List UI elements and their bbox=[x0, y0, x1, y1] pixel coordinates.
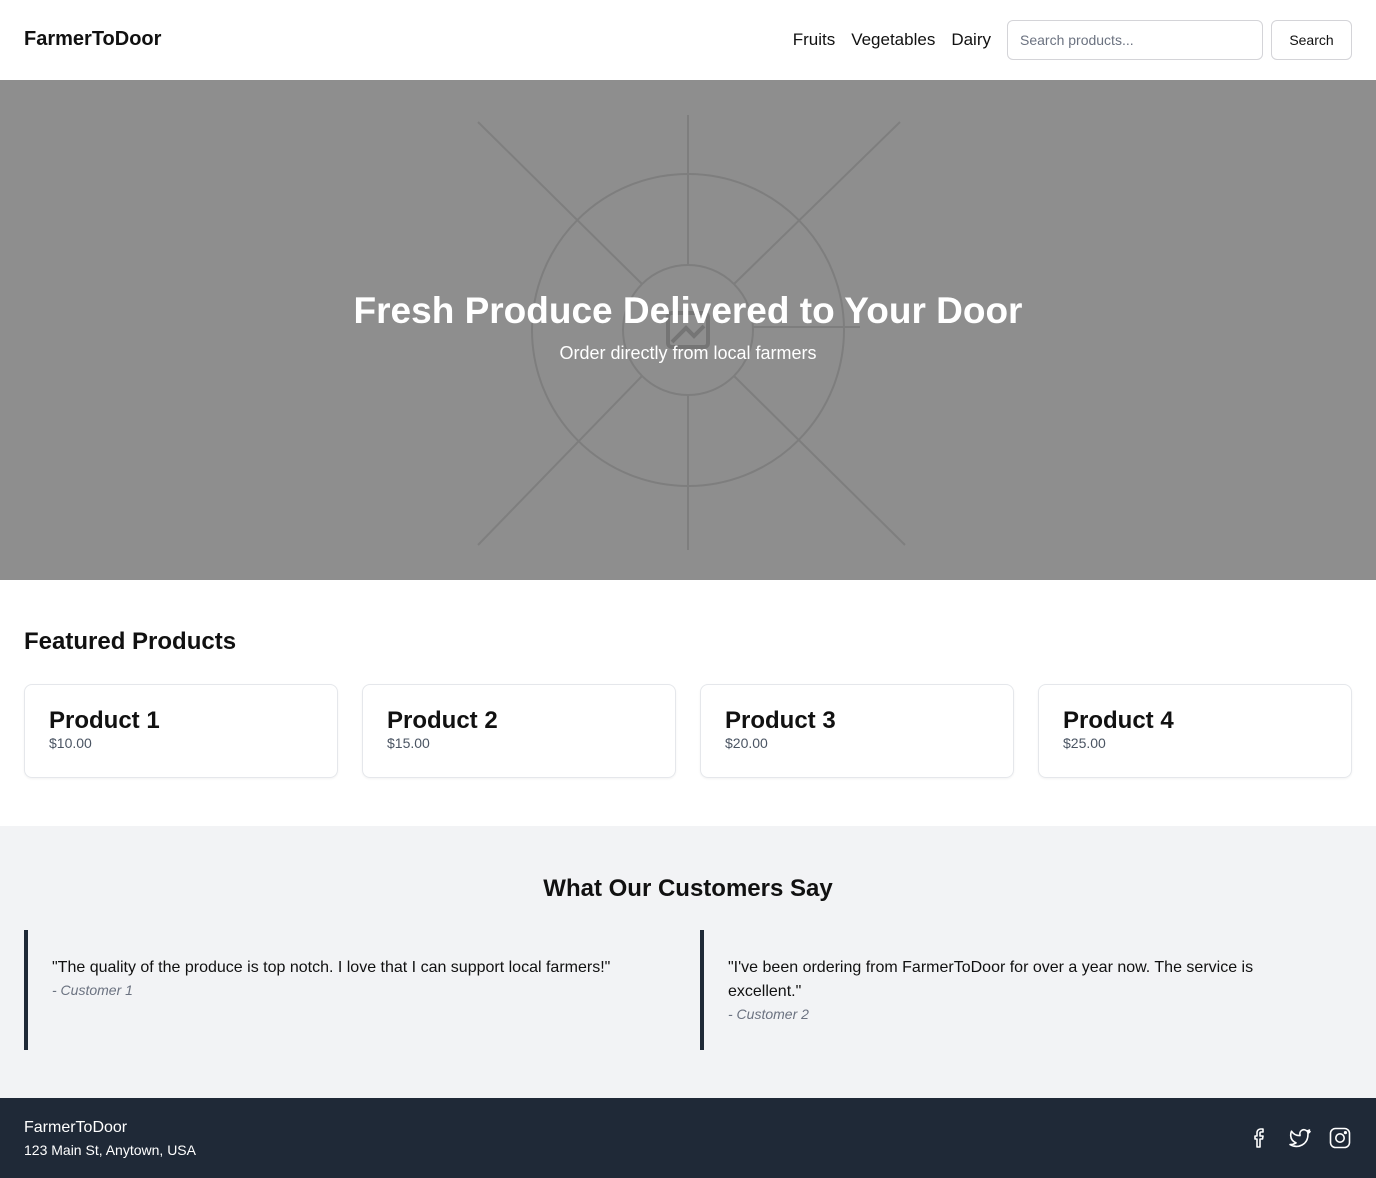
product-card[interactable]: Product 2 $15.00 bbox=[362, 684, 676, 778]
site-header: FarmerToDoor Fruits Vegetables Dairy Sea… bbox=[0, 0, 1376, 80]
nav-link-vegetables[interactable]: Vegetables bbox=[851, 30, 935, 50]
footer-brand: FarmerToDoor bbox=[24, 1119, 128, 1136]
nav-link-dairy[interactable]: Dairy bbox=[951, 30, 991, 50]
search-input[interactable] bbox=[1007, 20, 1263, 60]
product-price: $25.00 bbox=[1063, 735, 1106, 751]
product-card[interactable]: Product 4 $25.00 bbox=[1038, 684, 1352, 778]
nav-link-fruits[interactable]: Fruits bbox=[793, 30, 836, 50]
testimonial-text: "I've been ordering from FarmerToDoor fo… bbox=[728, 959, 1254, 1000]
product-name: Product 2 bbox=[387, 707, 498, 734]
product-card[interactable]: Product 1 $10.00 bbox=[24, 684, 338, 778]
instagram-icon[interactable] bbox=[1328, 1126, 1352, 1150]
product-name: Product 4 bbox=[1063, 707, 1174, 734]
product-name: Product 1 bbox=[49, 707, 160, 734]
featured-products-heading: Featured Products bbox=[24, 628, 237, 655]
site-footer: FarmerToDoor 123 Main St, Anytown, USA bbox=[0, 1098, 1376, 1178]
testimonial-author: - Customer 1 bbox=[52, 982, 133, 998]
social-links bbox=[1248, 1126, 1352, 1150]
hero-banner: Fresh Produce Delivered to Your Door Ord… bbox=[0, 80, 1376, 580]
product-name: Product 3 bbox=[725, 707, 836, 734]
twitter-icon[interactable] bbox=[1288, 1126, 1312, 1150]
product-card[interactable]: Product 3 $20.00 bbox=[700, 684, 1014, 778]
search-button[interactable]: Search bbox=[1271, 20, 1352, 60]
hero-subtitle: Order directly from local farmers bbox=[559, 343, 817, 363]
testimonials-heading: What Our Customers Say bbox=[543, 875, 833, 902]
testimonial-quote: "I've been ordering from FarmerToDoor fo… bbox=[700, 930, 1352, 1050]
product-price: $10.00 bbox=[49, 735, 92, 751]
product-price: $20.00 bbox=[725, 735, 768, 751]
main-nav: Fruits Vegetables Dairy bbox=[793, 30, 991, 50]
footer-address: 123 Main St, Anytown, USA bbox=[24, 1142, 196, 1158]
testimonials-section: What Our Customers Say "The quality of t… bbox=[0, 826, 1376, 1098]
testimonial-text: "The quality of the produce is top notch… bbox=[52, 959, 611, 976]
facebook-icon[interactable] bbox=[1248, 1126, 1272, 1150]
product-price: $15.00 bbox=[387, 735, 430, 751]
product-grid: Product 1 $10.00 Product 2 $15.00 Produc… bbox=[24, 684, 1352, 778]
hero-title: Fresh Produce Delivered to Your Door bbox=[353, 290, 1023, 331]
testimonial-author: - Customer 2 bbox=[728, 1006, 809, 1022]
brand-logo[interactable]: FarmerToDoor bbox=[24, 28, 161, 51]
testimonial-quote: "The quality of the produce is top notch… bbox=[24, 930, 676, 1050]
